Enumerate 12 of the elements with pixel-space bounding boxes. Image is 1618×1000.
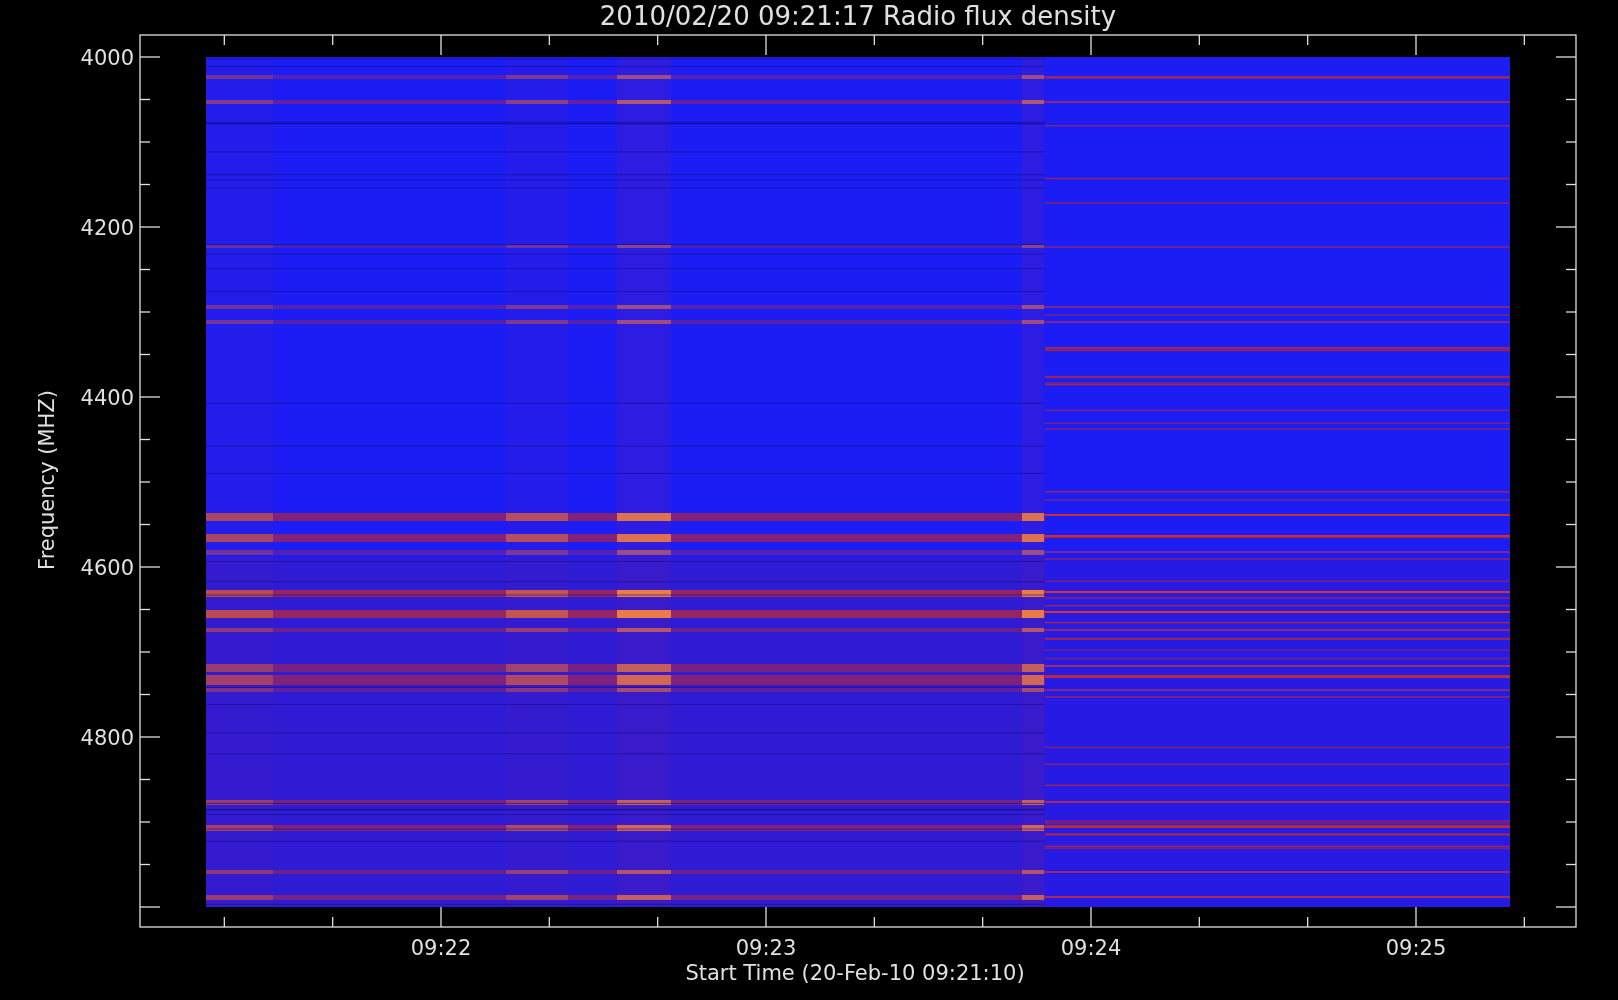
- y-tick-label: 4600: [80, 556, 134, 580]
- y-tick-label: 4200: [80, 216, 134, 240]
- y-axis-label: Frequency (MHZ): [35, 390, 59, 570]
- y-tick-label: 4000: [80, 46, 134, 70]
- x-tick-label: 09:22: [410, 936, 472, 960]
- x-axis-label: Start Time (20-Feb-10 09:21:10): [685, 961, 1025, 985]
- chart-title: 2010/02/20 09:21:17 Radio flux density: [599, 1, 1117, 31]
- x-tick-label: 09:25: [1385, 936, 1447, 960]
- x-tick-label: 09:24: [1060, 936, 1122, 960]
- y-tick-label: 4400: [80, 386, 134, 410]
- x-tick-label: 09:23: [735, 936, 797, 960]
- y-tick-label: 4800: [80, 726, 134, 750]
